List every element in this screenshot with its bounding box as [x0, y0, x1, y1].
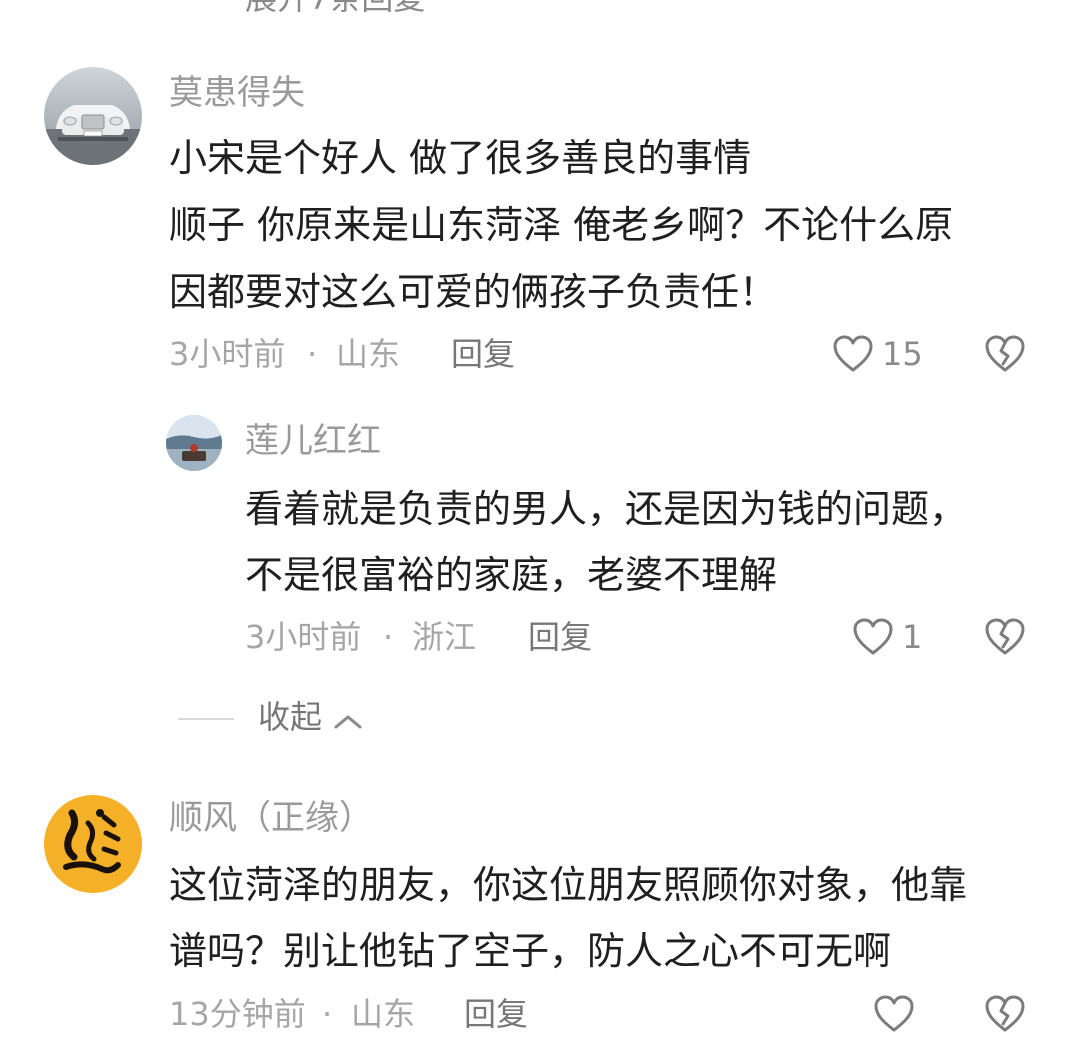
like-count: 15	[882, 335, 923, 373]
like-count: 1	[902, 618, 923, 656]
comment-text-line: 小宋是个好人 做了很多善良的事情	[169, 136, 752, 180]
heart-outline-icon[interactable]	[832, 334, 874, 374]
avatar[interactable]	[44, 795, 142, 893]
comment-text-line: 看着就是负责的男人，还是因为钱的问题，	[245, 487, 968, 531]
comment-time: 3小时前	[169, 335, 286, 373]
collapse-divider	[178, 718, 234, 720]
broken-heart-icon[interactable]	[984, 617, 1026, 657]
heart-outline-icon[interactable]	[852, 617, 894, 657]
collapse-button[interactable]: 收起	[258, 701, 363, 741]
comment-time: 13分钟前	[169, 995, 306, 1033]
username[interactable]: 顺风（正缘）	[169, 801, 373, 835]
heart-outline-icon[interactable]	[873, 994, 915, 1034]
comment-text-line: 这位菏泽的朋友，你这位朋友照顾你对象，他靠	[169, 863, 968, 907]
username[interactable]: 莲儿红红	[245, 424, 381, 458]
comment-time: 3小时前	[245, 618, 362, 656]
comment-text-line: 顺子 你原来是山东菏泽 俺老乡啊？不论什么原	[169, 203, 954, 247]
comment-location: 山东	[336, 335, 401, 373]
meta-separator: ·	[307, 335, 318, 373]
avatar[interactable]	[44, 67, 142, 165]
reply-button[interactable]: 回复	[464, 998, 528, 1030]
reply-button[interactable]: 回复	[528, 621, 592, 653]
meta-separator: ·	[322, 995, 333, 1033]
collapse-label: 收起	[258, 698, 323, 736]
comment-location: 山东	[351, 995, 416, 1033]
lake-avatar-image	[166, 415, 222, 471]
reply-button[interactable]: 回复	[451, 338, 515, 370]
username[interactable]: 莫患得失	[169, 76, 305, 110]
meta-separator: ·	[383, 618, 394, 656]
comment-text-line: 因都要对这么可爱的俩孩子负责任！	[169, 270, 778, 314]
broken-heart-icon[interactable]	[984, 334, 1026, 374]
comment-text-line: 谱吗？别让他钻了空子，防人之心不可无啊	[169, 929, 892, 973]
chevron-up-icon	[333, 712, 363, 736]
car-avatar-image	[44, 67, 142, 165]
comment-text-line: 不是很富裕的家庭，老婆不理解	[245, 553, 778, 597]
avatar[interactable]	[166, 415, 222, 471]
broken-heart-icon[interactable]	[984, 994, 1026, 1034]
comment-location: 浙江	[412, 618, 477, 656]
calligraphy-avatar-image	[44, 795, 142, 893]
expand-replies-link[interactable]: 展开7条回复	[245, 0, 425, 14]
